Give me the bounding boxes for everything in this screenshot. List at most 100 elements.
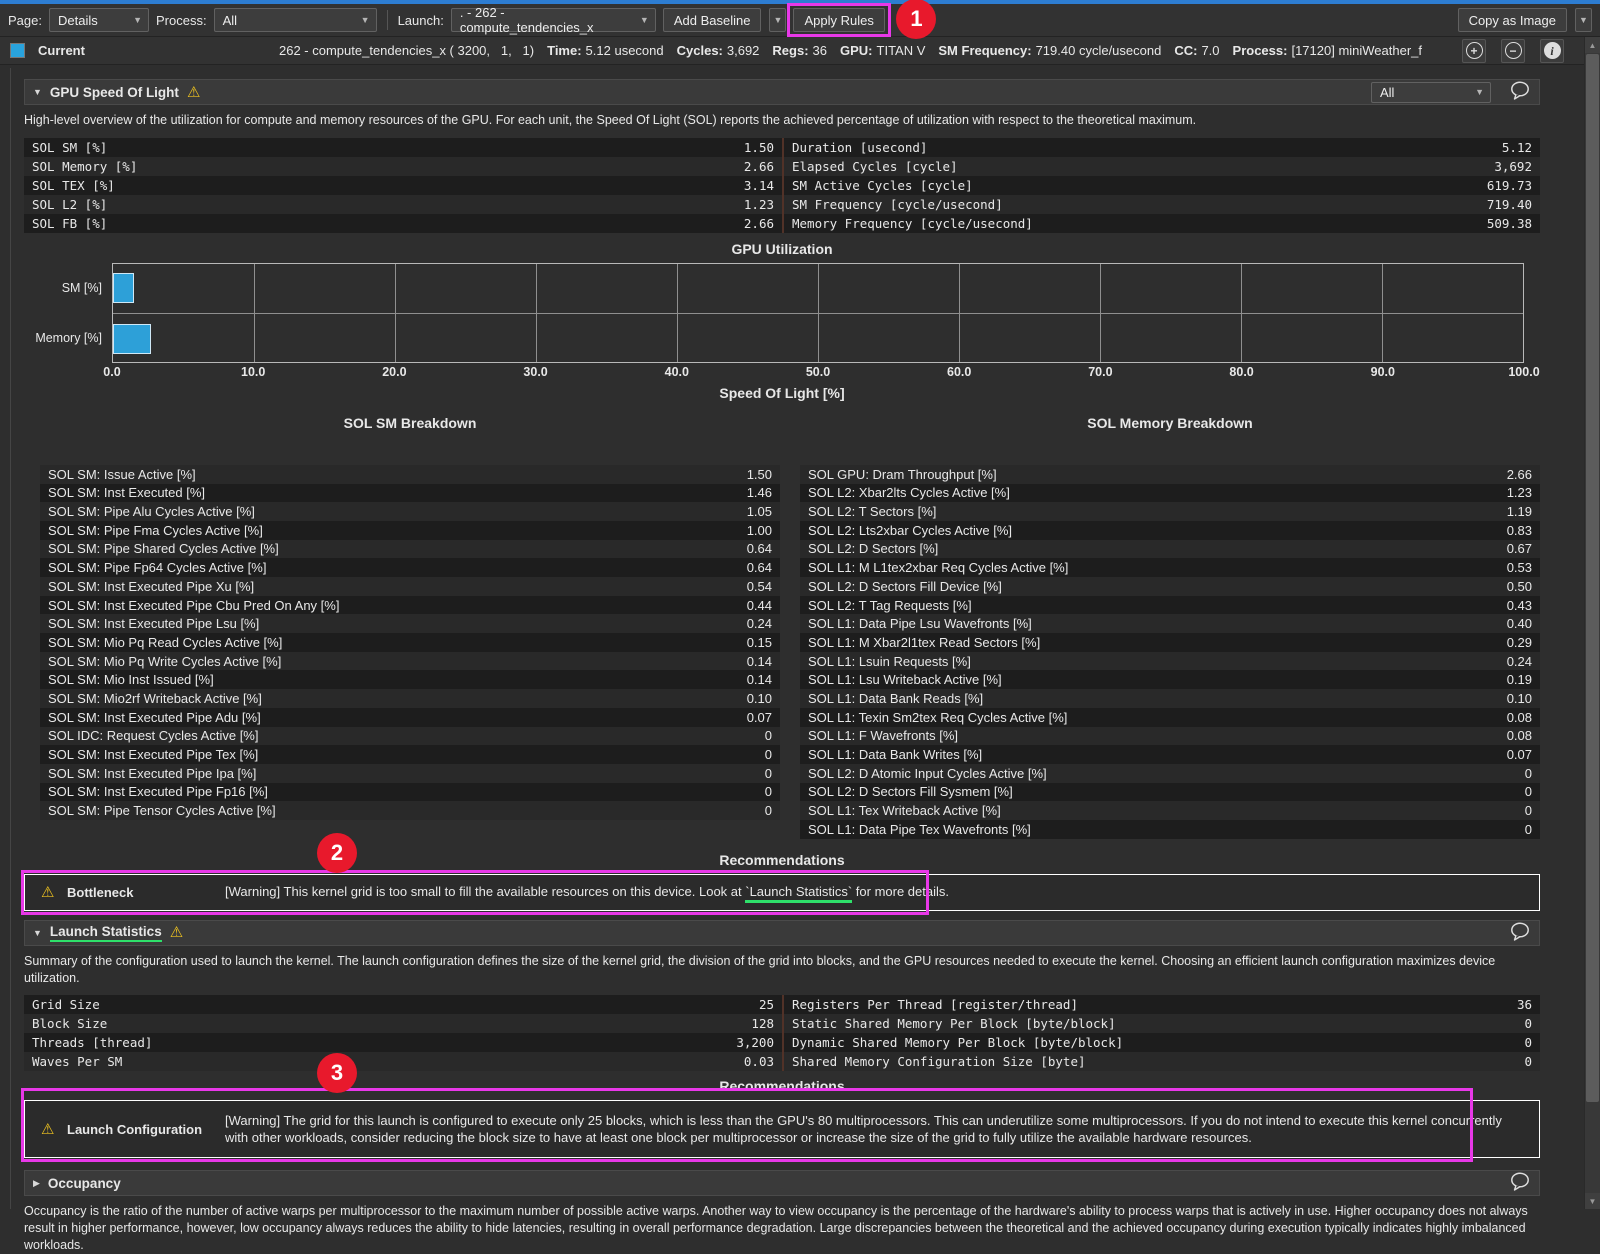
- table-row[interactable]: Block Size128: [24, 1014, 782, 1033]
- add-baseline-dropdown[interactable]: ▼: [769, 8, 786, 32]
- metric-name: SOL L1: Data Pipe Lsu Wavefronts [%]: [800, 616, 1032, 631]
- table-row[interactable]: SOL SM: Inst Executed Pipe Adu [%]0.07: [40, 708, 780, 727]
- table-row[interactable]: Shared Memory Configuration Size [byte]0: [784, 1052, 1540, 1071]
- table-row[interactable]: SOL L2: T Sectors [%] 1.19: [800, 502, 1540, 521]
- table-row[interactable]: SOL L1: Lsu Writeback Active [%]0.19: [800, 670, 1540, 689]
- table-row[interactable]: SOL L2: T Tag Requests [%]0.43: [800, 596, 1540, 615]
- table-row[interactable]: Dynamic Shared Memory Per Block [byte/bl…: [784, 1033, 1540, 1052]
- table-row[interactable]: SOL L1: Data Bank Writes [%]0.07: [800, 745, 1540, 764]
- table-row[interactable]: SOL L2: D Atomic Input Cycles Active [%]…: [800, 764, 1540, 783]
- scroll-down-arrow[interactable]: ▼: [1585, 1193, 1600, 1209]
- table-row[interactable]: SOL L1: Lsuin Requests [%]0.24: [800, 652, 1540, 671]
- table-row[interactable]: SOL L1: Data Pipe Tex Wavefronts [%]0: [800, 820, 1540, 839]
- zoom-out-button[interactable]: −: [1501, 39, 1525, 63]
- comment-bubble-icon[interactable]: [1509, 1172, 1531, 1194]
- table-row[interactable]: SOL L1: Tex Writeback Active [%]0: [800, 801, 1540, 820]
- comment-bubble-icon[interactable]: [1509, 922, 1531, 944]
- process-select[interactable]: All ▼: [214, 8, 377, 32]
- page-select[interactable]: Details ▼: [49, 8, 149, 32]
- info-button[interactable]: i: [1540, 39, 1564, 63]
- table-row[interactable]: SOL SM: Pipe Fma Cycles Active [%]1.00: [40, 521, 780, 540]
- table-row[interactable]: SOL L1: Data Pipe Lsu Wavefronts [%]0.40: [800, 614, 1540, 633]
- table-row[interactable]: SOL GPU: Dram Throughput [%]2.66: [800, 465, 1540, 484]
- table-row[interactable]: Duration [usecond]5.12: [784, 138, 1540, 157]
- zoom-in-button[interactable]: +: [1462, 39, 1486, 63]
- table-row[interactable]: SOL L1: F Wavefronts [%]0.08: [800, 727, 1540, 746]
- metric-value: 1.19: [1507, 504, 1540, 519]
- launch-label: Launch:: [398, 13, 444, 28]
- launch-select[interactable]: . - 262 - compute_tendencies_x ▼: [451, 8, 656, 32]
- sol-filter-select[interactable]: All ▼: [1371, 82, 1491, 103]
- rule-name: Bottleneck: [67, 885, 225, 900]
- table-row[interactable]: SOL TEX [%]3.14: [24, 176, 782, 195]
- vertical-scrollbar[interactable]: ▲ ▼: [1584, 37, 1600, 1209]
- table-row[interactable]: SOL SM: Pipe Tensor Cycles Active [%]0: [40, 801, 780, 820]
- metric-name: SOL L2: T Sectors [%]: [800, 504, 936, 519]
- table-row[interactable]: Waves Per SM0.03: [24, 1052, 782, 1071]
- metric-name: SOL L2: D Sectors [%]: [800, 541, 938, 556]
- table-row[interactable]: SOL L2 [%]1.23: [24, 195, 782, 214]
- collapse-triangle-icon[interactable]: ▼: [33, 87, 42, 97]
- table-row[interactable]: SOL L2: Xbar2lts Cycles Active [%]1.23: [800, 484, 1540, 503]
- table-row[interactable]: SOL IDC: Request Cycles Active [%]0: [40, 727, 780, 746]
- table-row[interactable]: SOL SM: Mio Inst Issued [%]0.14: [40, 670, 780, 689]
- table-row[interactable]: SOL SM: Mio2rf Writeback Active [%]0.10: [40, 689, 780, 708]
- table-row[interactable]: SOL SM: Inst Executed Pipe Lsu [%]0.24: [40, 614, 780, 633]
- metric-name: SOL L2: Lts2xbar Cycles Active [%]: [800, 523, 1012, 538]
- table-row[interactable]: Static Shared Memory Per Block [byte/blo…: [784, 1014, 1540, 1033]
- sm-frequency-value: 719.40 cycle/usecond: [1036, 43, 1162, 58]
- scroll-up-arrow[interactable]: ▲: [1585, 37, 1600, 53]
- table-row[interactable]: SM Frequency [cycle/usecond]719.40: [784, 195, 1540, 214]
- metric-value: 1.23: [744, 197, 782, 212]
- copy-as-image-dropdown[interactable]: ▼: [1575, 8, 1592, 32]
- launch-statistics-link[interactable]: `Launch Statistics`: [745, 884, 852, 903]
- table-row[interactable]: Threads [thread]3,200: [24, 1033, 782, 1052]
- section-header-occupancy[interactable]: ▶ Occupancy: [24, 1170, 1540, 1196]
- table-row[interactable]: SOL SM: Inst Executed Pipe Fp16 [%]0: [40, 783, 780, 802]
- add-baseline-button[interactable]: Add Baseline: [663, 8, 762, 32]
- metric-name: SOL SM: Inst Executed Pipe Cbu Pred On A…: [40, 598, 339, 613]
- table-row[interactable]: SM Active Cycles [cycle]619.73: [784, 176, 1540, 195]
- table-row[interactable]: SOL L2: D Sectors Fill Device [%]0.50: [800, 577, 1540, 596]
- section-header-launch-statistics[interactable]: ▼ Launch Statistics ⚠: [24, 920, 1540, 946]
- metric-name: SOL SM: Pipe Fp64 Cycles Active [%]: [40, 560, 266, 575]
- table-row[interactable]: SOL SM: Inst Executed [%]1.46: [40, 484, 780, 503]
- table-row[interactable]: SOL SM: Inst Executed Pipe Ipa [%]0: [40, 764, 780, 783]
- table-row[interactable]: SOL SM [%]1.50: [24, 138, 782, 157]
- table-row[interactable]: SOL FB [%]2.66: [24, 214, 782, 233]
- table-row[interactable]: SOL L1: Data Bank Reads [%]0.10: [800, 689, 1540, 708]
- collapse-triangle-icon[interactable]: ▼: [33, 928, 42, 938]
- table-row[interactable]: SOL SM: Issue Active [%]1.50: [40, 465, 780, 484]
- metric-value: 0.08: [1507, 710, 1540, 725]
- table-row[interactable]: SOL L2: Lts2xbar Cycles Active [%]0.83: [800, 521, 1540, 540]
- metric-value: 0: [1524, 1035, 1540, 1050]
- copy-as-image-button[interactable]: Copy as Image: [1458, 8, 1567, 32]
- table-row[interactable]: SOL L1: Texin Sm2tex Req Cycles Active […: [800, 708, 1540, 727]
- comment-bubble-icon[interactable]: [1509, 81, 1531, 103]
- scrollbar-thumb[interactable]: [1586, 54, 1599, 1102]
- table-row[interactable]: SOL L1: M Xbar2l1tex Read Sectors [%]0.2…: [800, 633, 1540, 652]
- table-row[interactable]: Elapsed Cycles [cycle]3,692: [784, 157, 1540, 176]
- metric-name: SOL SM: Mio Pq Write Cycles Active [%]: [40, 654, 281, 669]
- table-row[interactable]: Memory Frequency [cycle/usecond]509.38: [784, 214, 1540, 233]
- table-row[interactable]: SOL SM: Pipe Alu Cycles Active [%]1.05: [40, 502, 780, 521]
- table-row[interactable]: SOL SM: Inst Executed Pipe Cbu Pred On A…: [40, 596, 780, 615]
- table-row[interactable]: SOL SM: Pipe Fp64 Cycles Active [%]0.64: [40, 558, 780, 577]
- table-row[interactable]: SOL SM: Inst Executed Pipe Tex [%]0: [40, 745, 780, 764]
- table-row[interactable]: Grid Size25: [24, 995, 782, 1014]
- x-tick-label: 70.0: [1088, 365, 1112, 379]
- chevron-down-icon: ▼: [1475, 87, 1484, 97]
- table-row[interactable]: SOL L2: D Sectors [%]0.67: [800, 540, 1540, 559]
- table-row[interactable]: SOL SM: Mio Pq Read Cycles Active [%]0.1…: [40, 633, 780, 652]
- section-header-gpu-speed-of-light[interactable]: ▼ GPU Speed Of Light ⚠ All ▼: [24, 79, 1540, 105]
- apply-rules-button[interactable]: Apply Rules: [793, 8, 884, 32]
- table-row[interactable]: SOL SM: Inst Executed Pipe Xu [%]0.54: [40, 577, 780, 596]
- table-row[interactable]: SOL SM: Mio Pq Write Cycles Active [%]0.…: [40, 652, 780, 671]
- table-row[interactable]: SOL SM: Pipe Shared Cycles Active [%]0.6…: [40, 540, 780, 559]
- table-row[interactable]: Registers Per Thread [register/thread]36: [784, 995, 1540, 1014]
- table-row[interactable]: SOL L2: D Sectors Fill Sysmem [%]0: [800, 783, 1540, 802]
- table-row[interactable]: SOL L1: M L1tex2xbar Req Cycles Active […: [800, 558, 1540, 577]
- collapse-triangle-icon[interactable]: ▶: [33, 1178, 40, 1189]
- table-row[interactable]: SOL Memory [%]2.66: [24, 157, 782, 176]
- metric-value: 36: [1517, 997, 1540, 1012]
